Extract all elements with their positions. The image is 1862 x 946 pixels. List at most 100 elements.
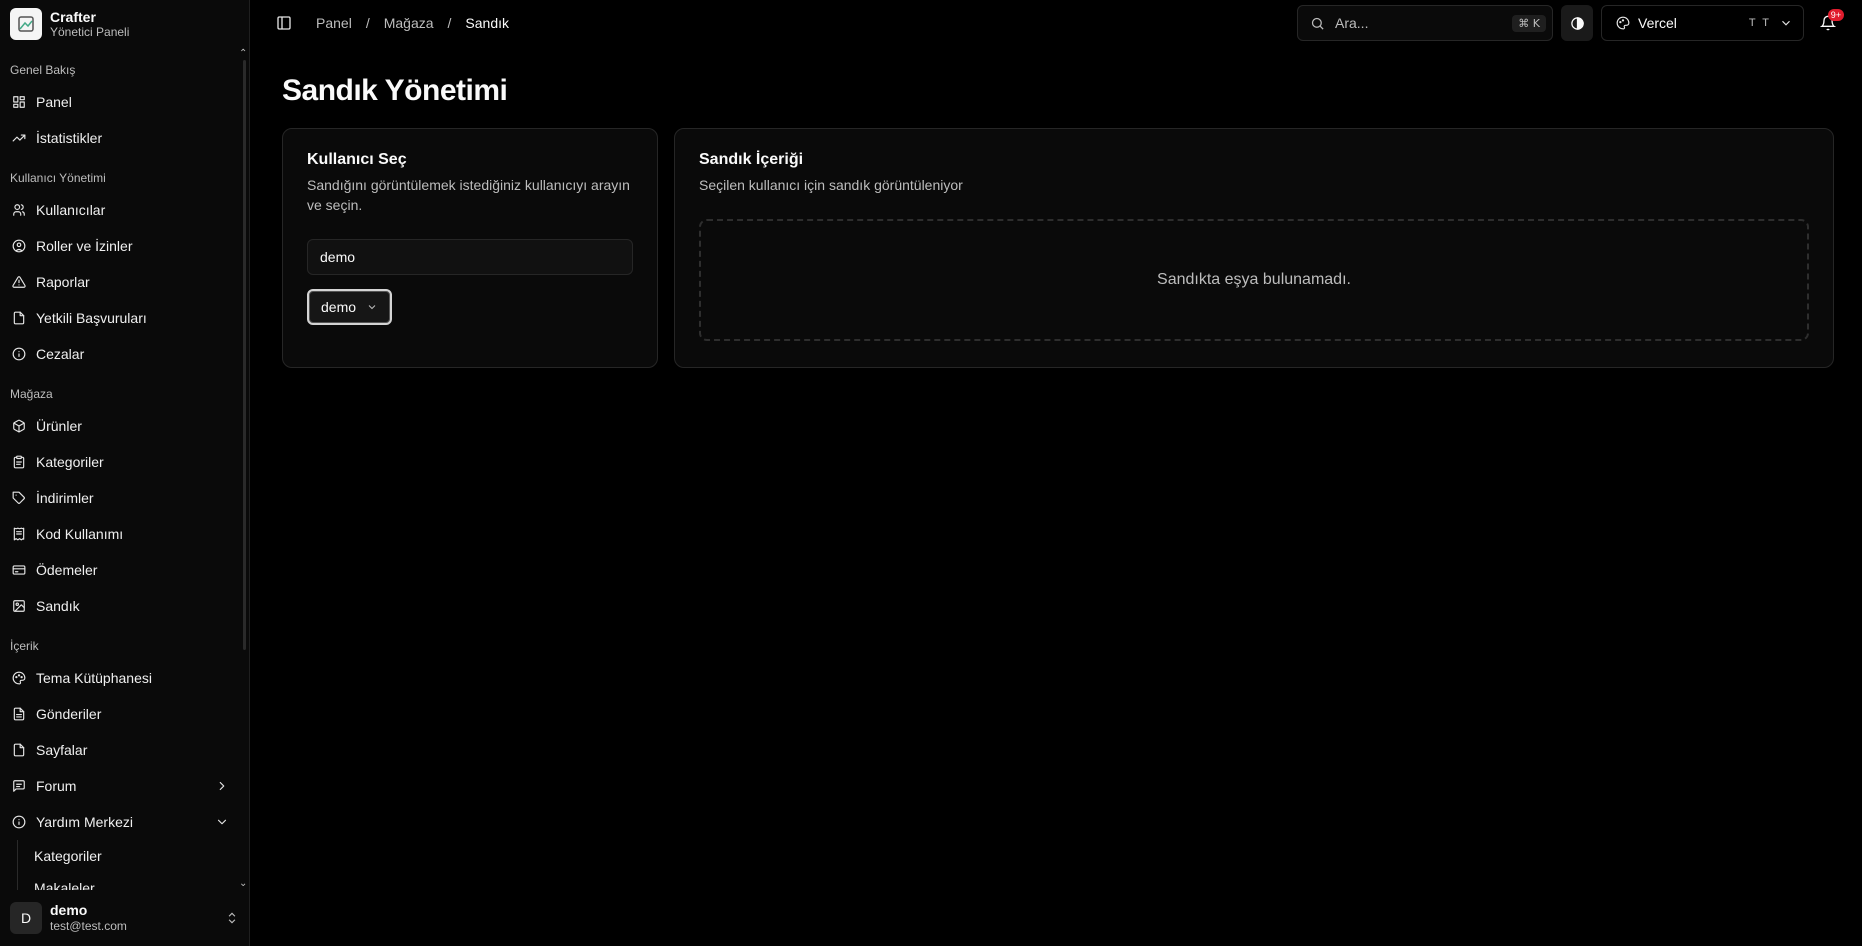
palette-icon bbox=[1616, 16, 1630, 30]
nav-group-label: Genel Bakış bbox=[10, 63, 76, 77]
sidebar-item-label: Raporlar bbox=[36, 274, 90, 290]
sidebar-item-pages[interactable]: Sayfalar bbox=[2, 732, 239, 768]
sidebar-item-payments[interactable]: Ödemeler bbox=[2, 552, 239, 588]
nav-group-label: İçerik bbox=[10, 639, 39, 653]
sidebar-item-chest[interactable]: Sandık bbox=[2, 588, 239, 624]
chevron-right-icon bbox=[219, 781, 225, 791]
theme-badge: T T bbox=[1748, 17, 1771, 29]
breadcrumb-separator: / bbox=[447, 15, 452, 31]
sidebar-item-label: Ürünler bbox=[36, 418, 82, 434]
sidebar-item-posts[interactable]: Gönderiler bbox=[2, 696, 239, 732]
search-placeholder: Ara... bbox=[1335, 15, 1369, 31]
search-icon bbox=[1311, 17, 1324, 30]
topbar: Panel / Mağaza / Sandık Ara... ⌘ K Verce… bbox=[250, 0, 1862, 46]
nav-group-label: Kullanıcı Yönetimi bbox=[10, 171, 106, 185]
sidebar-item-theme-library[interactable]: Tema Kütüphanesi bbox=[2, 660, 239, 696]
chevron-down-icon bbox=[1782, 20, 1790, 26]
sidebar-item-forum[interactable]: Forum bbox=[2, 768, 239, 804]
sidebar-item-label: Ödemeler bbox=[36, 562, 98, 578]
chevrons-up-down-icon bbox=[225, 911, 239, 925]
notification-badge: 9+ bbox=[1827, 9, 1844, 21]
brand-name: Crafter bbox=[50, 8, 96, 25]
page-title: Sandık Yönetimi bbox=[282, 74, 508, 107]
sidebar-toggle-button[interactable] bbox=[270, 9, 298, 37]
sidebar-item-statistics[interactable]: İstatistikler bbox=[2, 120, 239, 156]
user-name: demo bbox=[50, 902, 88, 918]
sidebar-item-label: Tema Kütüphanesi bbox=[36, 670, 152, 686]
brand-subtitle: Yönetici Paneli bbox=[50, 24, 130, 39]
file-icon bbox=[13, 311, 25, 325]
breadcrumb: Panel / Mağaza / Sandık bbox=[316, 15, 509, 31]
card-title: Sandık İçeriği bbox=[699, 151, 804, 168]
warning-triangle-icon bbox=[12, 276, 26, 288]
brand-header[interactable]: Crafter Yönetici Paneli bbox=[0, 0, 249, 48]
sidebar-item-roles[interactable]: Roller ve İzinler bbox=[2, 228, 239, 264]
help-center-submenu: Kategoriler Makaleler bbox=[17, 840, 241, 890]
sidebar-item-panel[interactable]: Panel bbox=[2, 84, 239, 120]
sidebar-item-label: Yetkili Başvuruları bbox=[36, 310, 147, 326]
sidebar-nav[interactable]: Genel Bakış Panel İstatistikler Kullanıc… bbox=[0, 48, 249, 890]
tag-icon bbox=[12, 491, 25, 504]
user-search-input[interactable]: demo bbox=[307, 239, 633, 275]
scroll-up-icon[interactable]: ⌃ bbox=[239, 48, 249, 59]
main-content: Panel / Mağaza / Sandık Ara... ⌘ K Verce… bbox=[250, 0, 1862, 946]
sidebar-item-help-center[interactable]: Yardım Merkezi bbox=[2, 804, 239, 840]
chevron-down-icon bbox=[368, 305, 376, 310]
receipt-icon bbox=[13, 527, 25, 541]
sidebar-item-products[interactable]: Ürünler bbox=[2, 408, 239, 444]
clipboard-icon bbox=[13, 455, 25, 469]
theme-select[interactable]: Vercel T T bbox=[1601, 5, 1804, 41]
avatar: D bbox=[10, 902, 42, 934]
sidebar-item-label: Sayfalar bbox=[36, 742, 88, 758]
sidebar-item-users[interactable]: Kullanıcılar bbox=[2, 192, 239, 228]
card-description: Sandığını görüntülemek istediğiniz kulla… bbox=[307, 177, 630, 213]
empty-state: Sandıkta eşya bulunamadı. bbox=[699, 219, 1809, 341]
sidebar-item-label: Gönderiler bbox=[36, 706, 102, 722]
breadcrumb-current: Sandık bbox=[465, 15, 509, 31]
user-select-card: Kullanıcı Seç Sandığını görüntülemek ist… bbox=[282, 128, 658, 368]
search-shortcut: ⌘ K bbox=[1512, 14, 1546, 32]
card-title: Kullanıcı Seç bbox=[307, 151, 407, 168]
sidebar-item-label: Kullanıcılar bbox=[36, 202, 106, 218]
breadcrumb-separator: / bbox=[365, 15, 370, 31]
sidebar-item-punishments[interactable]: Cezalar bbox=[2, 336, 239, 372]
scroll-down-icon[interactable]: ⌄ bbox=[239, 878, 249, 889]
user-select-dropdown[interactable]: demo bbox=[307, 289, 393, 325]
sidebar-item-label: Forum bbox=[36, 778, 77, 794]
cards-row: Kullanıcı Seç Sandığını görüntülemek ist… bbox=[250, 128, 1862, 368]
sidebar-item-code-usage[interactable]: Kod Kullanımı bbox=[2, 516, 239, 552]
breadcrumb-item-store[interactable]: Mağaza bbox=[384, 15, 434, 31]
info-circle-icon bbox=[12, 815, 26, 829]
sidebar: Crafter Yönetici Paneli Genel Bakış Pane… bbox=[0, 0, 250, 946]
sidebar-item-discounts[interactable]: İndirimler bbox=[2, 480, 239, 516]
message-icon bbox=[13, 780, 25, 792]
selected-user-label: demo bbox=[321, 299, 357, 315]
file-icon bbox=[13, 743, 25, 757]
sidebar-item-label: Kategoriler bbox=[36, 454, 104, 470]
user-email: test@test.com bbox=[50, 919, 127, 933]
chevron-down-icon bbox=[217, 819, 227, 825]
image-icon bbox=[13, 600, 25, 612]
layout-grid-icon bbox=[13, 96, 25, 108]
brand-logo-icon bbox=[10, 8, 42, 40]
breadcrumb-item-panel[interactable]: Panel bbox=[316, 15, 352, 31]
theme-toggle-button[interactable] bbox=[1561, 5, 1593, 41]
users-icon bbox=[13, 204, 25, 216]
sidebar-item-categories[interactable]: Kategoriler bbox=[2, 444, 239, 480]
sidebar-subitem-help-categories[interactable]: Kategoriler bbox=[34, 840, 241, 872]
notifications-button[interactable]: 9+ bbox=[1812, 5, 1844, 41]
sidebar-subitem-articles[interactable]: Makaleler bbox=[34, 872, 241, 890]
sidebar-item-staff-applications[interactable]: Yetkili Başvuruları bbox=[2, 300, 239, 336]
sidebar-item-reports[interactable]: Raporlar bbox=[2, 264, 239, 300]
box-icon bbox=[13, 419, 25, 433]
file-text-icon bbox=[13, 707, 25, 721]
search-input[interactable]: Ara... ⌘ K bbox=[1297, 5, 1553, 41]
trending-up-icon bbox=[12, 134, 26, 142]
nav-group-label: Mağaza bbox=[10, 387, 53, 401]
sidebar-item-label: Yardım Merkezi bbox=[36, 814, 133, 830]
chest-content-card: Sandık İçeriği Seçilen kullanıcı için sa… bbox=[674, 128, 1834, 368]
sidebar-scrollbar[interactable] bbox=[243, 60, 246, 650]
panel-left-icon bbox=[277, 16, 291, 30]
sidebar-item-label: Roller ve İzinler bbox=[36, 238, 133, 254]
user-menu[interactable]: D demo test@test.com bbox=[0, 890, 249, 946]
